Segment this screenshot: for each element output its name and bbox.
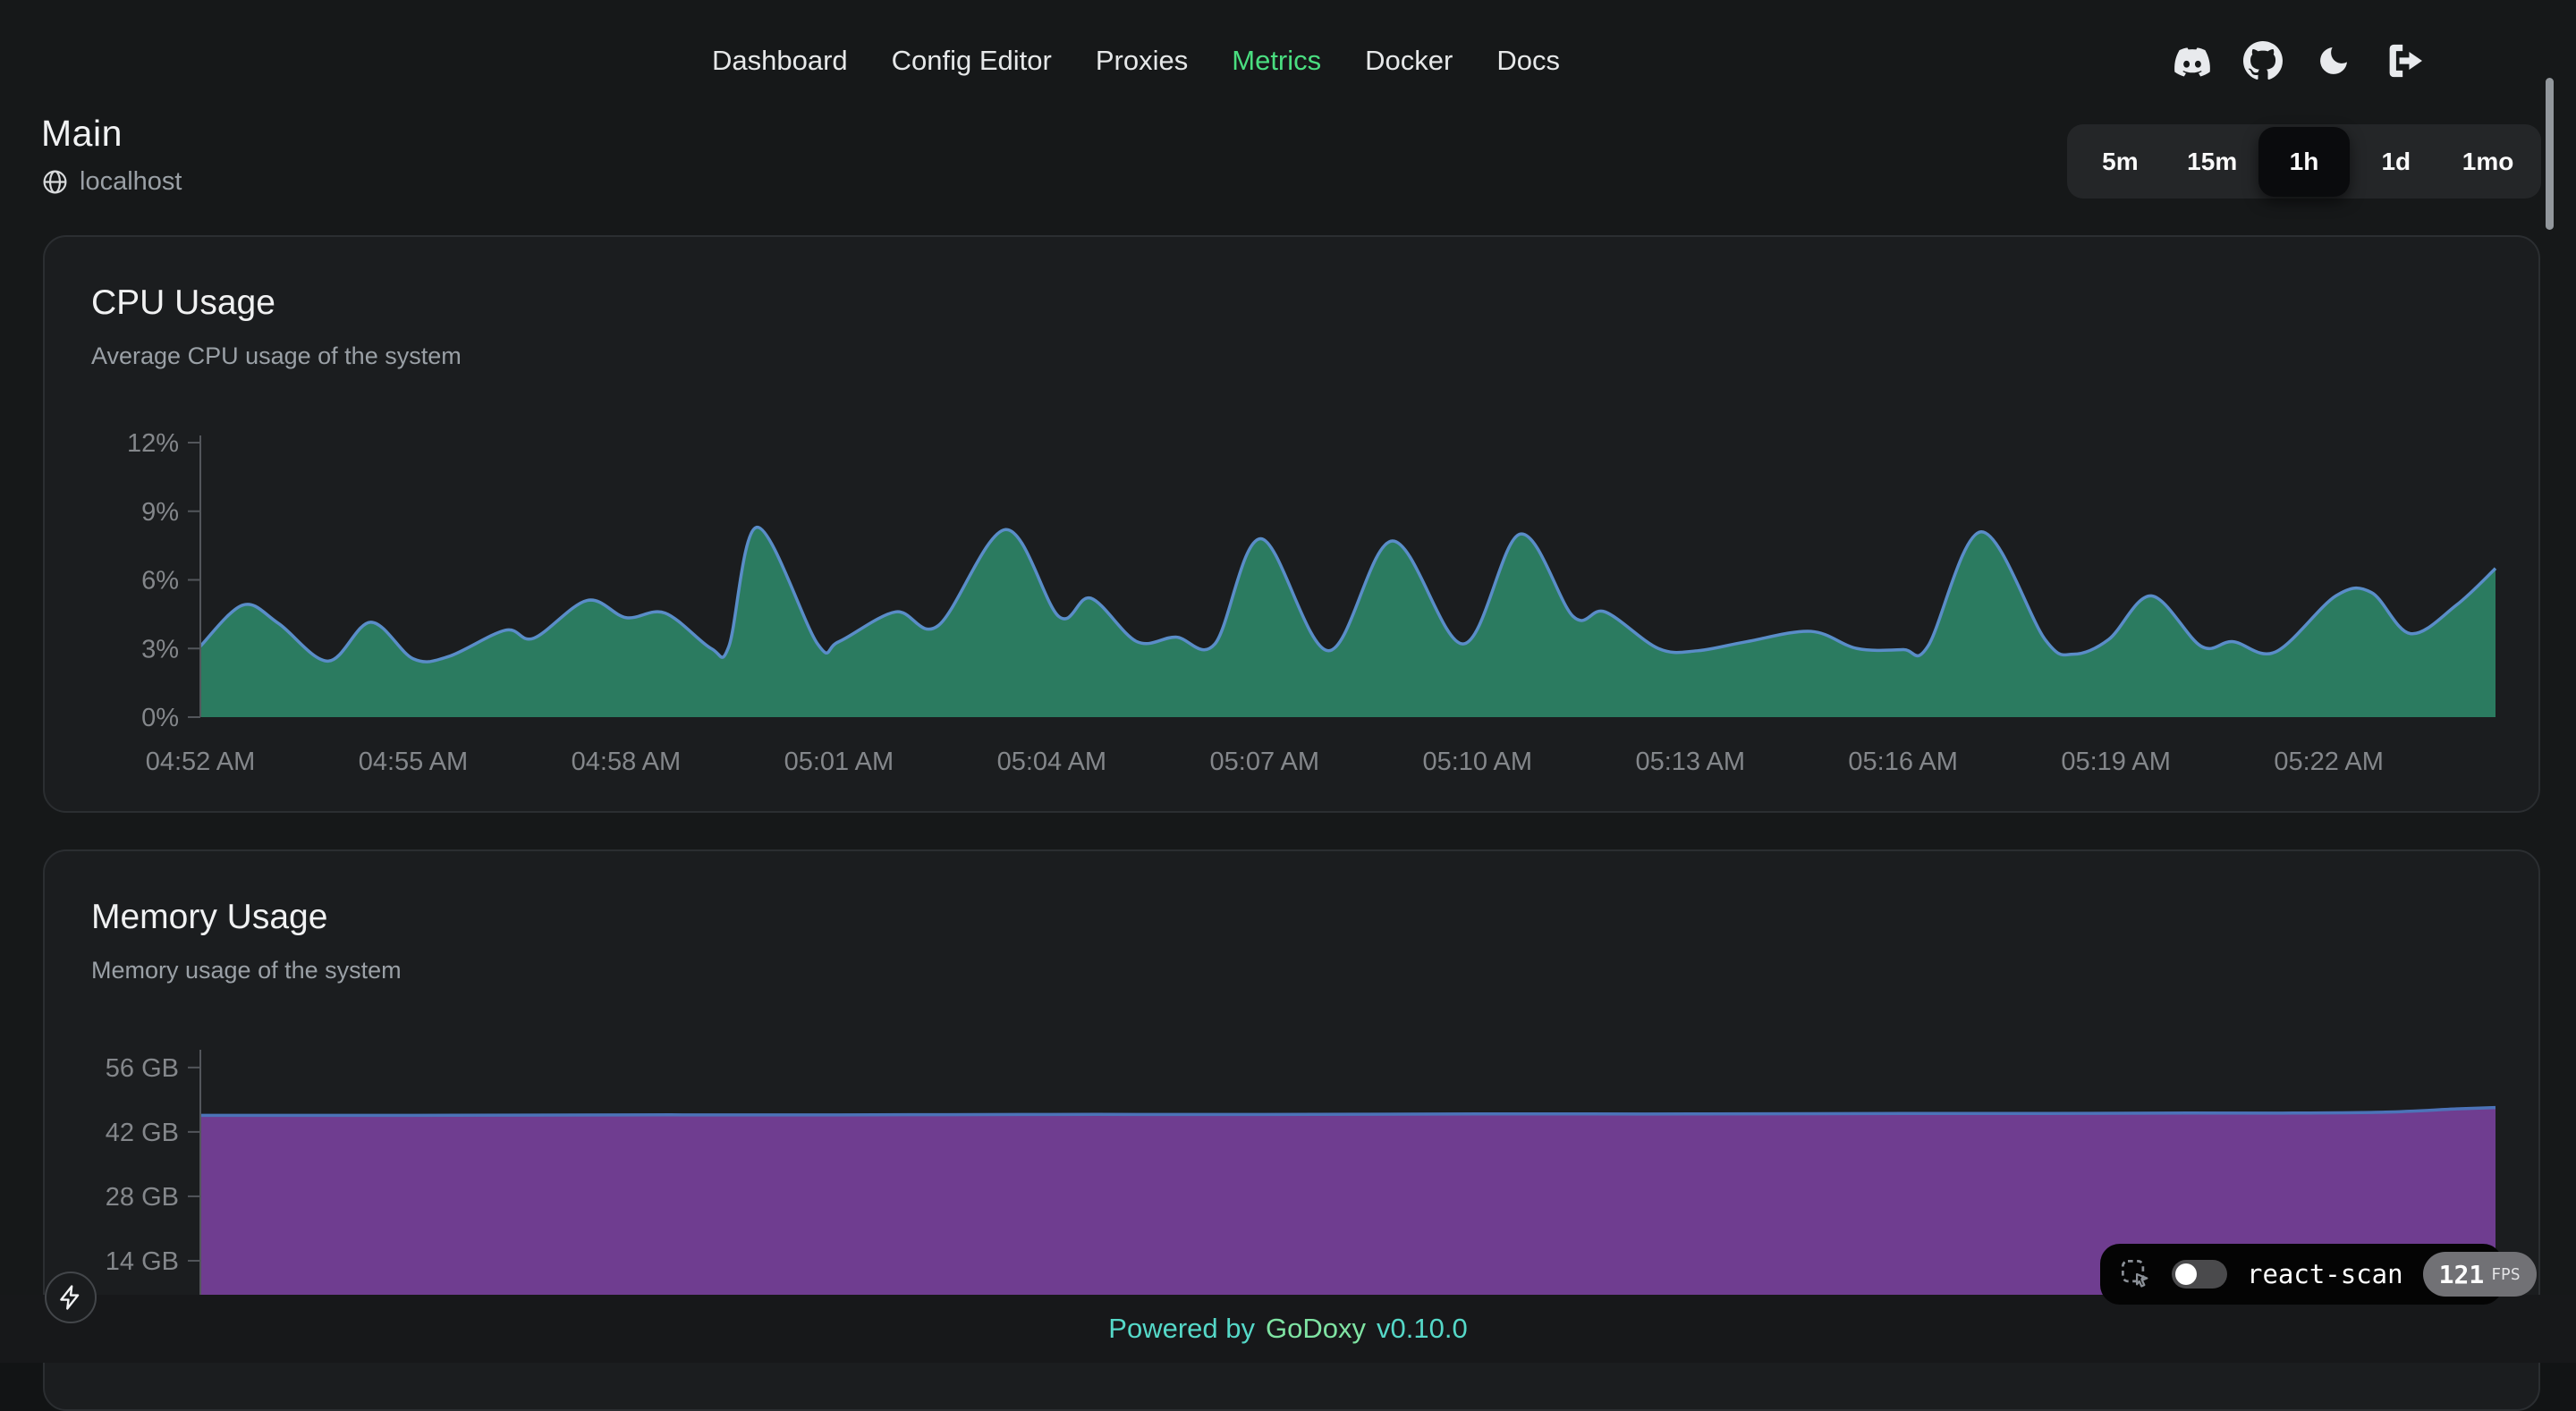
host-header: Main localhost xyxy=(41,113,182,197)
nav-item-dashboard[interactable]: Dashboard xyxy=(712,45,848,77)
nav-item-config-editor[interactable]: Config Editor xyxy=(892,45,1052,77)
nav-item-docker[interactable]: Docker xyxy=(1365,45,1453,77)
fps-badge: 121 FPS xyxy=(2423,1252,2537,1297)
svg-text:3%: 3% xyxy=(141,635,179,663)
svg-text:05:07 AM: 05:07 AM xyxy=(1210,748,1320,776)
discord-icon[interactable] xyxy=(2172,40,2213,81)
svg-text:42 GB: 42 GB xyxy=(106,1119,179,1147)
footer: Powered by GoDoxy v0.10.0 xyxy=(0,1295,2576,1363)
svg-text:0%: 0% xyxy=(141,704,179,732)
svg-text:14 GB: 14 GB xyxy=(106,1247,179,1276)
footer-powered-by: Powered by xyxy=(1108,1313,1255,1345)
page-title: Main xyxy=(41,113,182,155)
time-range-option-1h[interactable]: 1h xyxy=(2258,127,2351,197)
svg-text:05:04 AM: 05:04 AM xyxy=(997,748,1107,776)
svg-text:12%: 12% xyxy=(127,429,179,458)
svg-text:05:13 AM: 05:13 AM xyxy=(1635,748,1745,776)
header-icons xyxy=(2172,0,2425,122)
nav-item-docs[interactable]: Docs xyxy=(1496,45,1560,77)
time-range-option-1d[interactable]: 1d xyxy=(2350,133,2442,190)
lightning-bolt-icon xyxy=(57,1284,84,1311)
react-scan-label: react-scan xyxy=(2247,1259,2403,1289)
svg-text:6%: 6% xyxy=(141,567,179,596)
react-scan-widget: react-scan 121 FPS xyxy=(2100,1244,2503,1305)
svg-text:28 GB: 28 GB xyxy=(106,1183,179,1212)
scrollbar-thumb[interactable] xyxy=(2546,78,2554,230)
time-range-selector: 5m15m1h1d1mo xyxy=(2067,124,2541,199)
svg-text:04:52 AM: 04:52 AM xyxy=(146,748,256,776)
svg-text:9%: 9% xyxy=(141,498,179,527)
nav-item-metrics[interactable]: Metrics xyxy=(1232,45,1321,77)
moon-icon[interactable] xyxy=(2313,40,2354,81)
globe-icon xyxy=(41,168,69,196)
github-icon[interactable] xyxy=(2242,40,2284,81)
svg-text:05:01 AM: 05:01 AM xyxy=(784,748,894,776)
toggle-knob xyxy=(2175,1263,2197,1285)
main-nav: Dashboard Config Editor Proxies Metrics Dock… xyxy=(712,0,1560,122)
cpu-usage-chart[interactable]: 0% 3% 6% 9% 12% 04:52 AM 04:55 AM 04:58 AM 05:01… xyxy=(45,237,2538,811)
svg-text:05:16 AM: 05:16 AM xyxy=(1848,748,1958,776)
inspect-icon[interactable] xyxy=(2120,1258,2152,1290)
react-scan-toggle[interactable] xyxy=(2172,1260,2227,1288)
time-range-option-1mo[interactable]: 1mo xyxy=(2442,133,2534,190)
footer-brand-link[interactable]: GoDoxy xyxy=(1266,1313,1366,1345)
host-label: localhost xyxy=(80,167,182,197)
svg-text:04:58 AM: 04:58 AM xyxy=(572,748,682,776)
host-row: localhost xyxy=(41,167,182,197)
nav-item-proxies[interactable]: Proxies xyxy=(1096,45,1188,77)
quick-actions-button[interactable] xyxy=(45,1272,97,1323)
cpu-usage-card: CPU Usage Average CPU usage of the syste… xyxy=(43,235,2540,813)
svg-text:04:55 AM: 04:55 AM xyxy=(359,748,469,776)
svg-text:05:10 AM: 05:10 AM xyxy=(1422,748,1532,776)
svg-text:05:19 AM: 05:19 AM xyxy=(2061,748,2171,776)
svg-text:05:22 AM: 05:22 AM xyxy=(2274,748,2384,776)
logout-icon[interactable] xyxy=(2384,40,2425,81)
fps-unit: FPS xyxy=(2491,1265,2521,1284)
fps-value: 121 xyxy=(2439,1260,2485,1289)
time-range-option-15m[interactable]: 15m xyxy=(2166,133,2258,190)
footer-version: v0.10.0 xyxy=(1377,1313,1468,1345)
time-range-option-5m[interactable]: 5m xyxy=(2074,133,2166,190)
svg-text:56 GB: 56 GB xyxy=(106,1054,179,1083)
